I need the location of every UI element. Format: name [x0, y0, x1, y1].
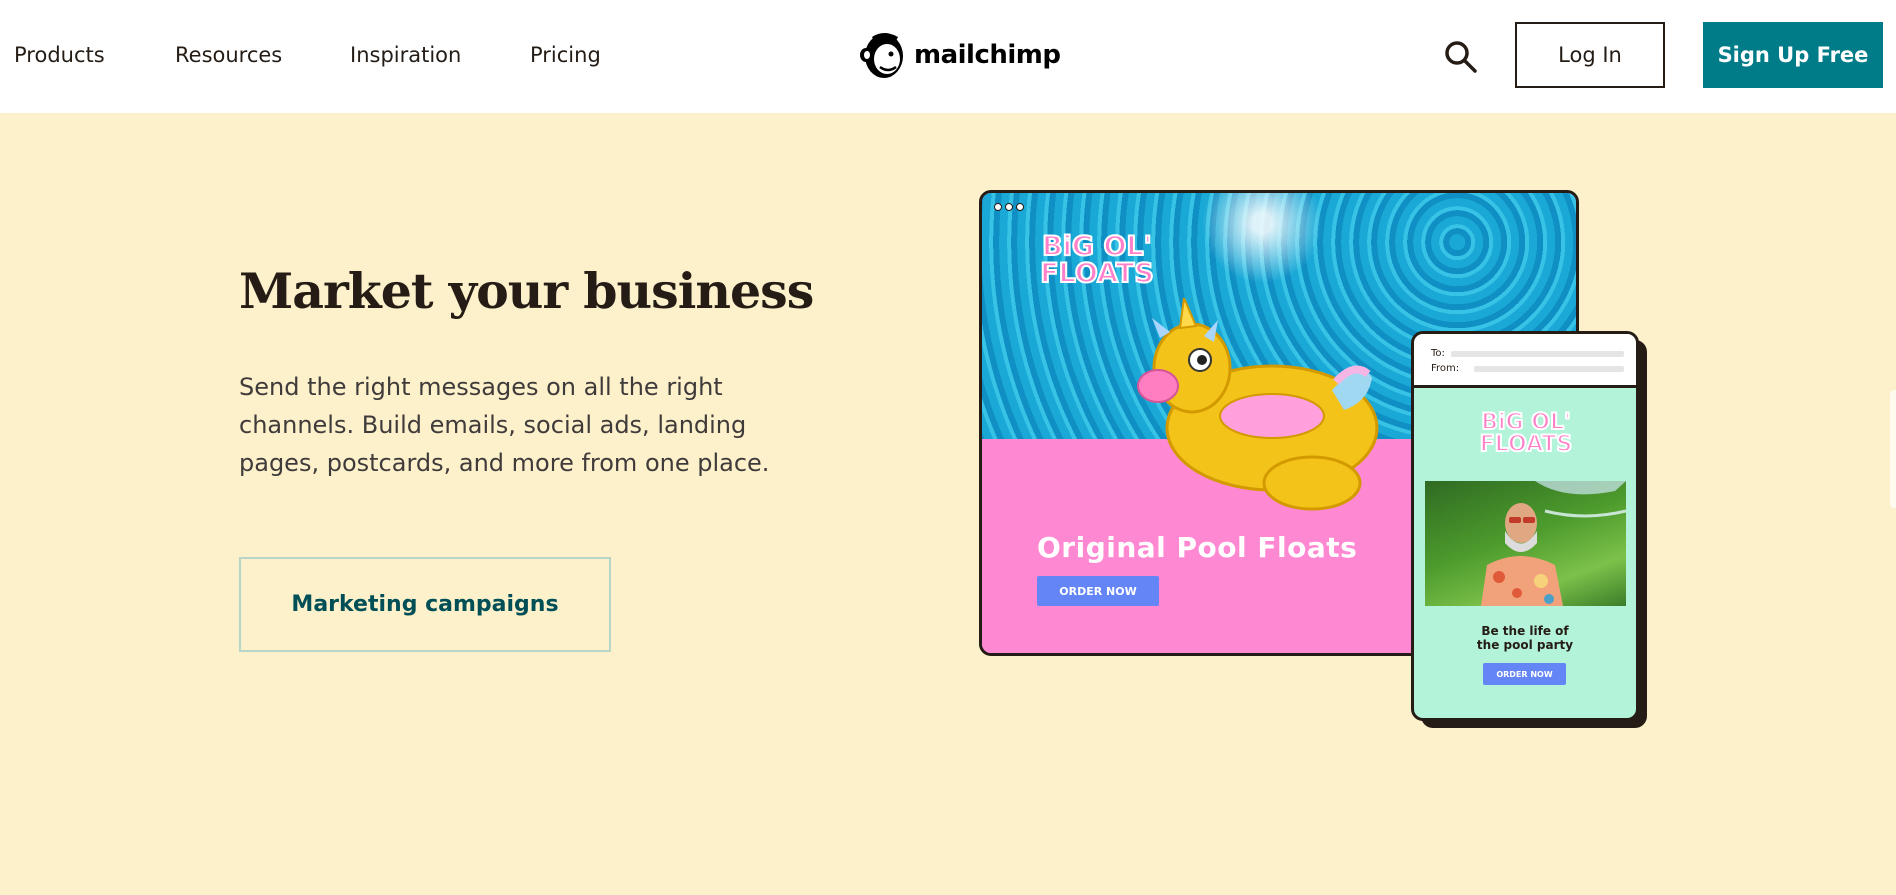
side-feedback-tab[interactable] — [1890, 390, 1896, 508]
unicorn-pool-float-image — [1137, 298, 1379, 511]
phone-tagline: Be the life of the pool party — [1414, 624, 1636, 652]
logo-wordmark: mailchimp — [914, 40, 1061, 70]
hero-description: Send the right messages on all the right… — [239, 373, 770, 477]
phone-email-mockup: To: From: BiG OL' FLOATS Be the life of … — [1411, 331, 1639, 721]
man-in-sprinkler-image — [1481, 481, 1626, 606]
mailchimp-logo[interactable]: mailchimp — [860, 29, 1061, 81]
phone-email-header: To: From: — [1414, 334, 1636, 388]
tagline-line-1: Be the life of — [1481, 624, 1569, 638]
nav-pricing[interactable]: Pricing — [530, 43, 601, 67]
tagline-line-2: the pool party — [1476, 638, 1574, 652]
window-dot-icon — [1016, 203, 1024, 211]
top-navigation: Products Resources Inspiration Pricing m… — [0, 0, 1896, 113]
hero-title: Market your business — [239, 262, 814, 320]
search-icon[interactable] — [1442, 38, 1478, 74]
login-button[interactable]: Log In — [1515, 22, 1665, 88]
brand-logo-big-ol-floats: BiG OL' FLOATS — [1039, 231, 1155, 289]
signup-button[interactable]: Sign Up Free — [1703, 22, 1883, 88]
from-field-line — [1474, 366, 1624, 372]
freddie-chimp-icon — [860, 33, 903, 78]
order-now-button: ORDER NOW — [1037, 576, 1159, 606]
window-dot-icon — [1005, 203, 1013, 211]
email-headline: Original Pool Floats — [1037, 531, 1358, 564]
from-label: From: — [1431, 363, 1460, 374]
phone-order-now-button: ORDER NOW — [1483, 663, 1566, 685]
to-label: To: — [1431, 348, 1445, 359]
pool-party-man-photo — [1425, 481, 1626, 606]
nav-inspiration[interactable]: Inspiration — [350, 43, 461, 67]
nav-resources[interactable]: Resources — [175, 43, 282, 67]
nav-products[interactable]: Products — [14, 43, 105, 67]
window-controls — [994, 203, 1024, 211]
to-field-line — [1451, 351, 1624, 357]
window-dot-icon — [994, 203, 1002, 211]
brand-logo-big-ol-floats: BiG OL' FLOATS — [1479, 410, 1574, 457]
marketing-campaigns-button[interactable]: Marketing campaigns — [239, 557, 611, 652]
